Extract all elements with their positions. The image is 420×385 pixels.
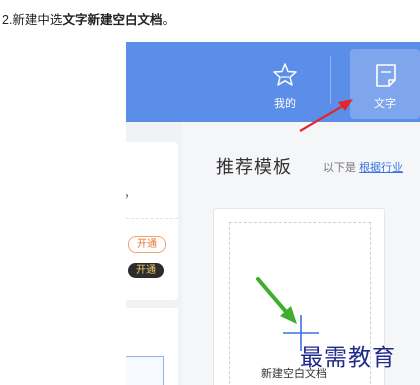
open-badge-outline[interactable]: 开通: [128, 236, 166, 253]
document-icon: [376, 64, 396, 87]
instruction-caption: 2.新建中选文字新建空白文档。: [2, 9, 175, 28]
watermark-text: 最需教育: [300, 345, 396, 371]
nav-item-text-label: 文字: [374, 98, 396, 110]
screenshot-region: 我的 文字 ， 开通 开通 推荐模板 以下是 根据行业 新建空白文档: [126, 42, 420, 385]
caption-prefix: 2.新建中选: [2, 13, 63, 27]
left-panel-lower-card: [126, 308, 178, 385]
top-navigation-bar: 我的 文字: [126, 42, 420, 122]
nav-item-mine-label: 我的: [274, 98, 296, 110]
left-panel-field[interactable]: [126, 356, 164, 385]
left-panel-divider: [126, 218, 178, 219]
nav-item-text[interactable]: 文字: [350, 49, 420, 119]
star-icon: [273, 63, 297, 86]
caption-suffix: 。: [162, 13, 175, 27]
industry-link[interactable]: 根据行业: [359, 162, 403, 174]
nav-divider: [330, 56, 331, 104]
caption-bold: 文字新建空白文档: [62, 13, 163, 27]
page-title: 推荐模板: [216, 157, 292, 177]
open-badge-dark[interactable]: 开通: [128, 263, 164, 278]
page-subtitle: 以下是 根据行业: [323, 159, 403, 175]
subtitle-prefix: 以下是: [323, 162, 356, 174]
left-panel-partial-text: ，: [126, 184, 136, 201]
nav-item-mine[interactable]: 我的: [249, 49, 321, 119]
